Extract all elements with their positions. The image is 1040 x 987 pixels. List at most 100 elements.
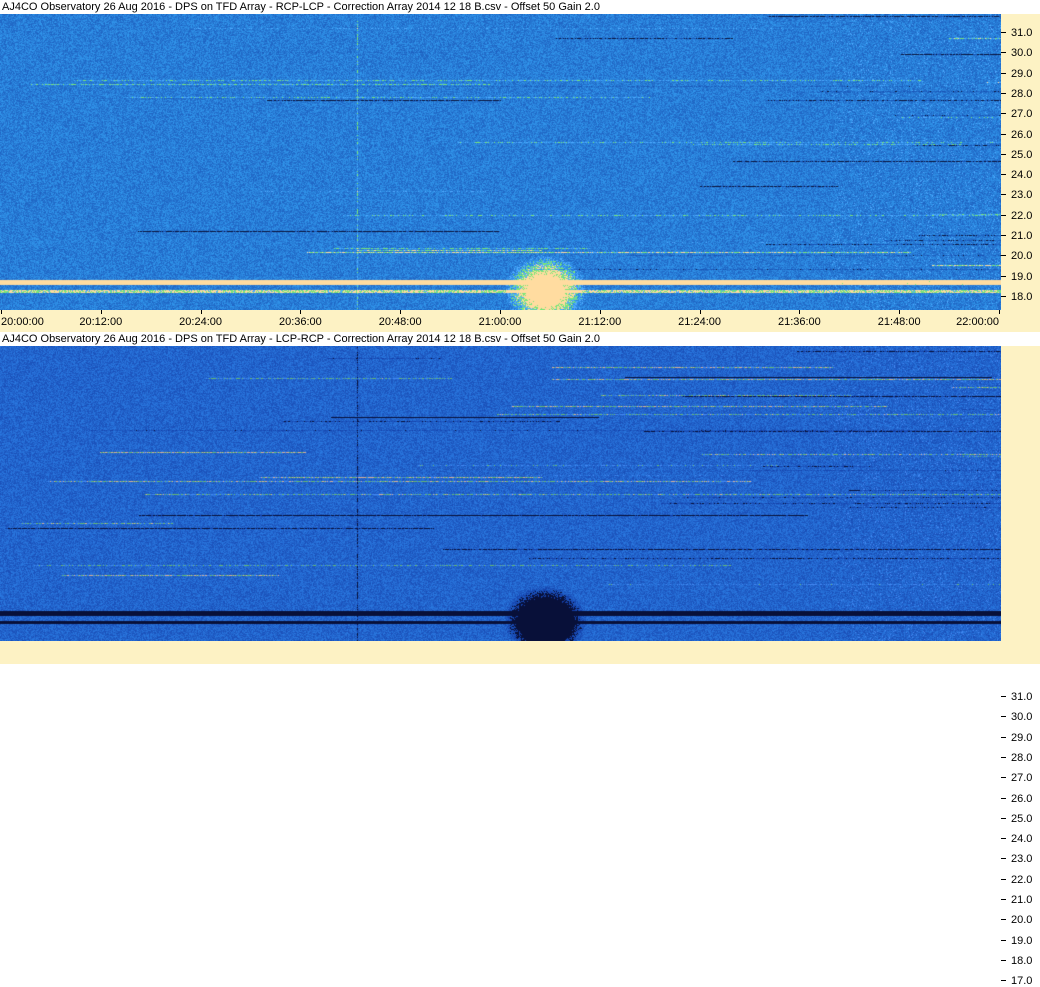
tick-mark [1001,32,1006,33]
tick-mark [1001,858,1006,860]
tick-mark [1001,716,1006,718]
time-label: 21:00:00 [478,316,522,328]
tick-mark [1,310,2,314]
tick-mark [599,310,601,314]
frequency-label: 30.0 [1011,47,1033,60]
frequency-label: 19.0 [1011,934,1033,947]
frequency-tick: 26.0 [1001,793,1040,805]
frequency-tick: 29.0 [1001,68,1040,80]
frequency-label: 29.0 [1011,731,1033,744]
time-label: 21:12:00 [578,316,622,328]
frequency-tick: 20.0 [1001,250,1040,262]
tick-mark [400,310,402,314]
frequency-tick: 23.0 [1001,189,1040,201]
tick-mark [699,310,701,314]
tick-mark [1001,133,1006,135]
frequency-label: 28.0 [1011,87,1033,100]
frequency-label: 29.0 [1011,67,1033,80]
tick-mark [1001,838,1006,840]
frequency-label: 27.0 [1011,108,1033,121]
frequency-tick: 31.0 [1001,691,1040,703]
time-axis: 20:00:00 20:12:00 20:24:00 20:36:00 20:48:00… [0,310,1040,332]
frequency-tick: 20.0 [1001,914,1040,926]
bottom-strip [0,641,1040,664]
tick-mark [899,310,901,314]
frequency-label: 22.0 [1011,873,1033,886]
frequency-axis-bottom: 31.0 30.0 29.0 28.0 27.0 26.0 25.0 24.0 23.0 22.0… [1001,346,1040,987]
tick-mark [1001,899,1006,900]
tick-mark [200,310,202,314]
frequency-label: 23.0 [1011,853,1033,866]
frequency-tick: 25.0 [1001,813,1040,825]
frequency-tick: 19.0 [1001,271,1040,283]
frequency-label: 22.0 [1011,209,1033,222]
frequency-label: 23.0 [1011,189,1033,202]
frequency-tick: 30.0 [1001,47,1040,59]
frequency-label: 18.0 [1011,290,1033,303]
frequency-tick: 27.0 [1001,772,1040,784]
tick-mark [1001,92,1006,94]
frequency-label: 18.0 [1011,954,1033,967]
time-label: 20:48:00 [378,316,422,328]
time-label: 21:48:00 [877,316,921,328]
tick-mark [1001,113,1006,115]
frequency-label: 20.0 [1011,914,1033,927]
frequency-label: 21.0 [1011,894,1033,906]
time-label: 22:00:00 [956,316,999,328]
frequency-label: 19.0 [1011,270,1033,283]
tick-mark [1001,797,1006,799]
spectrogram-lcp-rcp[interactable] [0,346,1001,641]
frequency-tick: 24.0 [1001,833,1040,845]
frequency-tick: 21.0 [1001,230,1040,242]
tick-mark [500,310,501,314]
frequency-label: 26.0 [1011,792,1033,805]
tick-mark [1001,919,1006,921]
frequency-label: 27.0 [1011,772,1033,785]
tick-mark [1001,214,1006,216]
tick-mark [100,310,102,314]
frequency-label: 24.0 [1011,169,1033,182]
tick-mark [1001,72,1006,74]
frequency-label: 25.0 [1011,148,1033,161]
frequency-tick: 25.0 [1001,149,1040,161]
frequency-tick: 17.0 [1001,975,1040,987]
frequency-tick: 21.0 [1001,894,1040,906]
time-label: 20:12:00 [79,316,123,328]
tick-mark [1001,777,1006,779]
tick-mark [1001,174,1006,176]
frequency-tick: 31.0 [1001,27,1040,39]
time-label: 21:36:00 [777,316,821,328]
tick-mark [799,310,801,314]
frequency-label: 31.0 [1011,691,1033,703]
frequency-label: 25.0 [1011,812,1033,825]
frequency-tick: 29.0 [1001,732,1040,744]
tick-mark [300,310,302,314]
frequency-tick: 28.0 [1001,752,1040,764]
frequency-tick: 22.0 [1001,210,1040,222]
frequency-axis-top: 31.0 30.0 29.0 28.0 27.0 26.0 25.0 24.0 23.0 22.0… [1001,14,1040,323]
tick-mark [1001,255,1006,257]
frequency-label: 28.0 [1011,751,1033,764]
frequency-label: 24.0 [1011,833,1033,846]
tick-mark [1001,736,1006,738]
frequency-tick: 30.0 [1001,711,1040,723]
frequency-tick: 27.0 [1001,108,1040,120]
frequency-label: 21.0 [1011,230,1033,242]
frequency-label: 30.0 [1011,711,1033,724]
time-label: 21:24:00 [678,316,722,328]
panel-title-lcp-rcp: AJ4CO Observatory 26 Aug 2016 - DPS on T… [0,332,1040,346]
frequency-tick: 28.0 [1001,88,1040,100]
frequency-tick: 23.0 [1001,853,1040,865]
frequency-label: 20.0 [1011,250,1033,263]
spectrogram-rcp-lcp[interactable] [0,14,1001,310]
tick-mark [1001,235,1006,236]
tick-mark [1001,153,1006,155]
tick-mark [1001,696,1006,697]
frequency-tick: 18.0 [1001,291,1040,303]
time-label: 20:24:00 [179,316,223,328]
frequency-label: 17.0 [1011,975,1033,987]
tick-mark [1001,275,1006,277]
tick-mark [1001,959,1006,961]
panel-title-rcp-lcp: AJ4CO Observatory 26 Aug 2016 - DPS on T… [0,0,1040,14]
tick-mark [999,310,1000,314]
